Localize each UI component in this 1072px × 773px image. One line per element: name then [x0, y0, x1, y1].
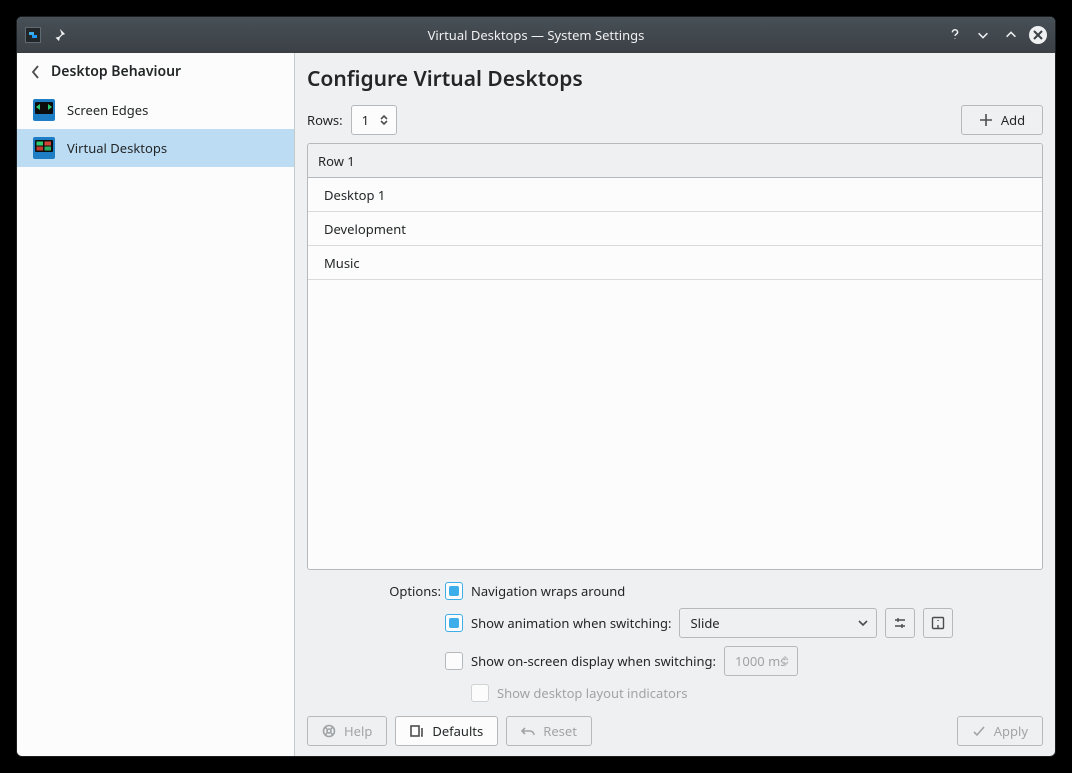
row-group-label: Row 1 [318, 152, 355, 170]
desktop-name: Desktop 1 [324, 186, 385, 204]
animation-effect-value: Slide [690, 614, 719, 632]
bottom-bar: Help Defaults Reset Apply [307, 716, 1043, 746]
desktop-list: Row 1 Desktop 1 Development Music [307, 143, 1043, 570]
screen-edges-icon [33, 99, 55, 121]
desktop-row[interactable]: Music [308, 246, 1042, 280]
spin-down-icon[interactable] [380, 120, 388, 126]
help-button[interactable]: Help [307, 716, 387, 746]
configure-effect-button[interactable] [885, 608, 915, 638]
rows-label: Rows: [307, 111, 343, 129]
sidebar-item-label: Virtual Desktops [67, 139, 167, 157]
app-icon [25, 27, 41, 43]
desktop-name: Development [324, 220, 406, 238]
nav-wraps-checkbox[interactable] [445, 582, 463, 600]
osd-duration-value: 1000 ms [735, 652, 787, 670]
apply-button-label: Apply [994, 722, 1028, 740]
virtual-desktops-icon [33, 137, 55, 159]
window: Virtual Desktops — System Settings Deskt… [16, 16, 1056, 757]
defaults-icon [410, 724, 424, 738]
row-group-header: Row 1 [308, 144, 1042, 178]
sliders-icon [893, 616, 907, 630]
undo-icon [521, 724, 535, 738]
help-titlebar-button[interactable] [945, 25, 965, 45]
maximize-button[interactable] [1001, 25, 1021, 45]
rows-spinbox[interactable]: 1 [351, 105, 397, 135]
show-animation-checkbox[interactable] [445, 614, 463, 632]
options-section: Options: Navigation wraps around Show an… [307, 582, 1043, 702]
add-button[interactable]: Add [961, 105, 1043, 135]
info-icon [931, 616, 945, 630]
reset-button[interactable]: Reset [506, 716, 592, 746]
show-animation-label: Show animation when switching: [471, 614, 671, 632]
sidebar-item-virtual-desktops[interactable]: Virtual Desktops [17, 129, 294, 167]
reset-button-label: Reset [543, 722, 577, 740]
layout-indicators-label: Show desktop layout indicators [497, 684, 687, 702]
add-button-label: Add [1001, 111, 1025, 129]
plus-icon [979, 113, 993, 127]
titlebar: Virtual Desktops — System Settings [17, 17, 1055, 53]
content-pane: Configure Virtual Desktops Rows: 1 Add [295, 53, 1055, 756]
defaults-button-label: Defaults [432, 722, 483, 740]
options-label: Options: [307, 582, 445, 600]
help-button-label: Help [344, 722, 372, 740]
desktop-row[interactable]: Desktop 1 [308, 178, 1042, 212]
defaults-button[interactable]: Defaults [395, 716, 498, 746]
animation-effect-select[interactable]: Slide [679, 608, 877, 638]
sidebar-item-screen-edges[interactable]: Screen Edges [17, 91, 294, 129]
show-osd-checkbox[interactable] [445, 652, 463, 670]
layout-indicators-checkbox [471, 684, 489, 702]
chevron-down-icon [858, 619, 868, 627]
breadcrumb-label: Desktop Behaviour [51, 62, 181, 81]
page-title: Configure Virtual Desktops [307, 65, 1043, 93]
pin-icon[interactable] [49, 25, 69, 45]
desktop-row[interactable]: Development [308, 212, 1042, 246]
about-effect-button[interactable] [923, 608, 953, 638]
nav-wraps-label: Navigation wraps around [471, 582, 625, 600]
rows-value: 1 [362, 111, 369, 129]
sidebar: Desktop Behaviour Screen Edges Virtual D… [17, 53, 295, 756]
show-osd-label: Show on-screen display when switching: [471, 652, 716, 670]
osd-duration-spinbox: 1000 ms [724, 646, 798, 676]
desktop-name: Music [324, 254, 360, 272]
minimize-button[interactable] [973, 25, 993, 45]
apply-button[interactable]: Apply [957, 716, 1043, 746]
spin-down-icon [781, 661, 789, 667]
check-icon [972, 724, 986, 738]
window-title: Virtual Desktops — System Settings [17, 26, 1055, 44]
close-button[interactable] [1029, 26, 1047, 44]
breadcrumb-back[interactable]: Desktop Behaviour [17, 53, 294, 91]
sidebar-item-label: Screen Edges [67, 101, 148, 119]
lifebuoy-icon [322, 724, 336, 738]
